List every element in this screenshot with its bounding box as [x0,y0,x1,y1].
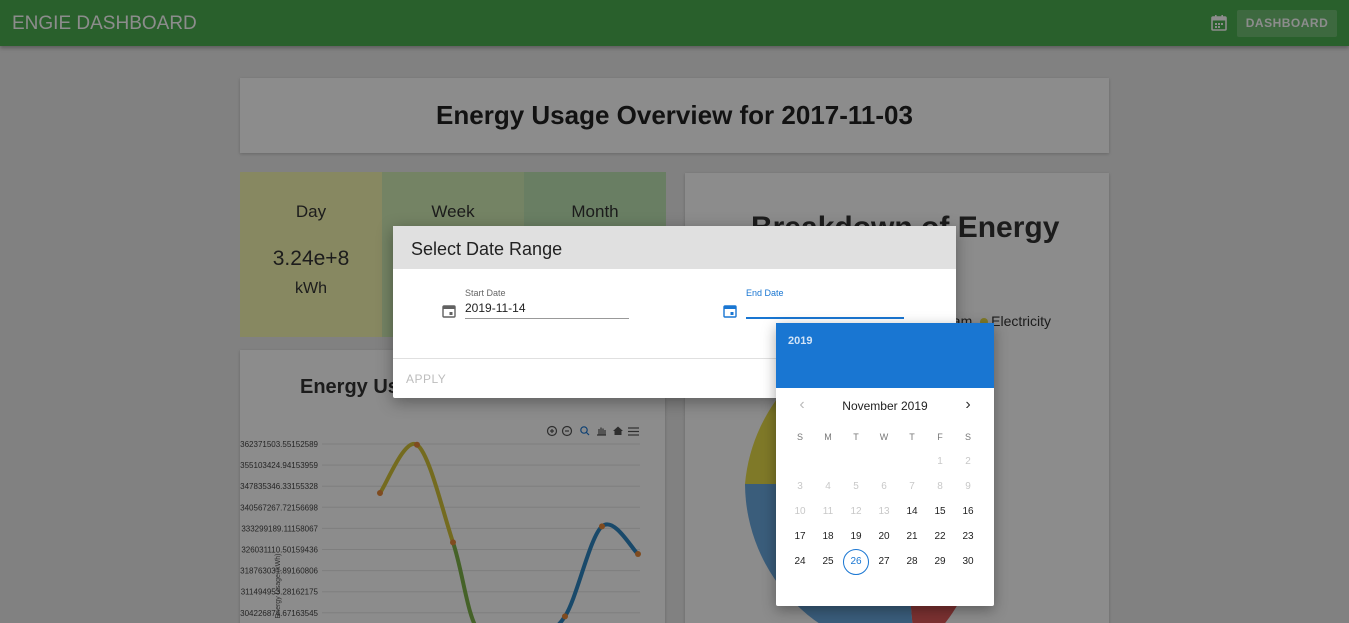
day-cell[interactable]: 19 [843,524,869,550]
picker-header [776,323,994,388]
day-cell: 11 [822,506,834,517]
day-cell[interactable]: 24 [787,549,813,575]
apply-button[interactable]: APPLY [406,372,446,386]
calendar-icon[interactable] [442,304,456,318]
day-cell[interactable]: 15 [927,499,953,525]
weekday-header: T [909,432,915,442]
calendar-icon[interactable] [723,304,737,318]
day-cell: 1 [937,456,943,467]
day-cell[interactable]: 14 [899,499,925,525]
weekday-header: M [824,432,832,442]
end-date-field[interactable]: End Date [746,288,904,319]
day-cell[interactable]: 18 [815,524,841,550]
day-cell[interactable]: 25 [815,549,841,575]
day-cell: 13 [878,506,890,517]
day-cell: 4 [825,481,831,492]
start-date-field[interactable]: Start Date 2019-11-14 [465,288,629,319]
day-cell[interactable]: 21 [899,524,925,550]
start-date-input[interactable]: 2019-11-14 [465,301,629,319]
day-cell[interactable]: 17 [787,524,813,550]
day-cell: 2 [965,456,971,467]
day-cell[interactable]: 22 [927,524,953,550]
weekday-header: S [796,432,803,442]
weekday-header: S [964,432,971,442]
day-cell[interactable]: 28 [899,549,925,575]
day-cell[interactable]: 23 [955,524,981,550]
chevron-right-icon[interactable]: › [960,397,976,413]
weekday-header: F [937,432,943,442]
end-date-input[interactable] [746,301,904,319]
day-cell[interactable]: 16 [955,499,981,525]
start-date-label: Start Date [465,288,506,298]
day-cell: 9 [965,481,971,492]
day-cell[interactable]: 26 [843,549,869,575]
day-cell[interactable]: 27 [871,549,897,575]
day-cell[interactable]: 20 [871,524,897,550]
picker-year[interactable]: 2019 [788,335,812,347]
dialog-title: Select Date Range [393,226,956,269]
weekday-header: W [879,432,889,442]
day-cell: 8 [937,481,943,492]
day-cell[interactable]: 30 [955,549,981,575]
day-cell[interactable]: 29 [927,549,953,575]
day-cell: 10 [794,506,806,517]
day-cell: 7 [909,481,915,492]
day-cell: 6 [881,481,887,492]
date-picker: 2019 ‹ November 2019 › SMTWTFS1234567891… [776,323,994,606]
weekday-header: T [853,432,859,442]
day-cell: 12 [850,506,862,517]
end-date-label: End Date [746,288,784,298]
day-cell: 5 [853,481,859,492]
day-cell: 3 [797,481,803,492]
